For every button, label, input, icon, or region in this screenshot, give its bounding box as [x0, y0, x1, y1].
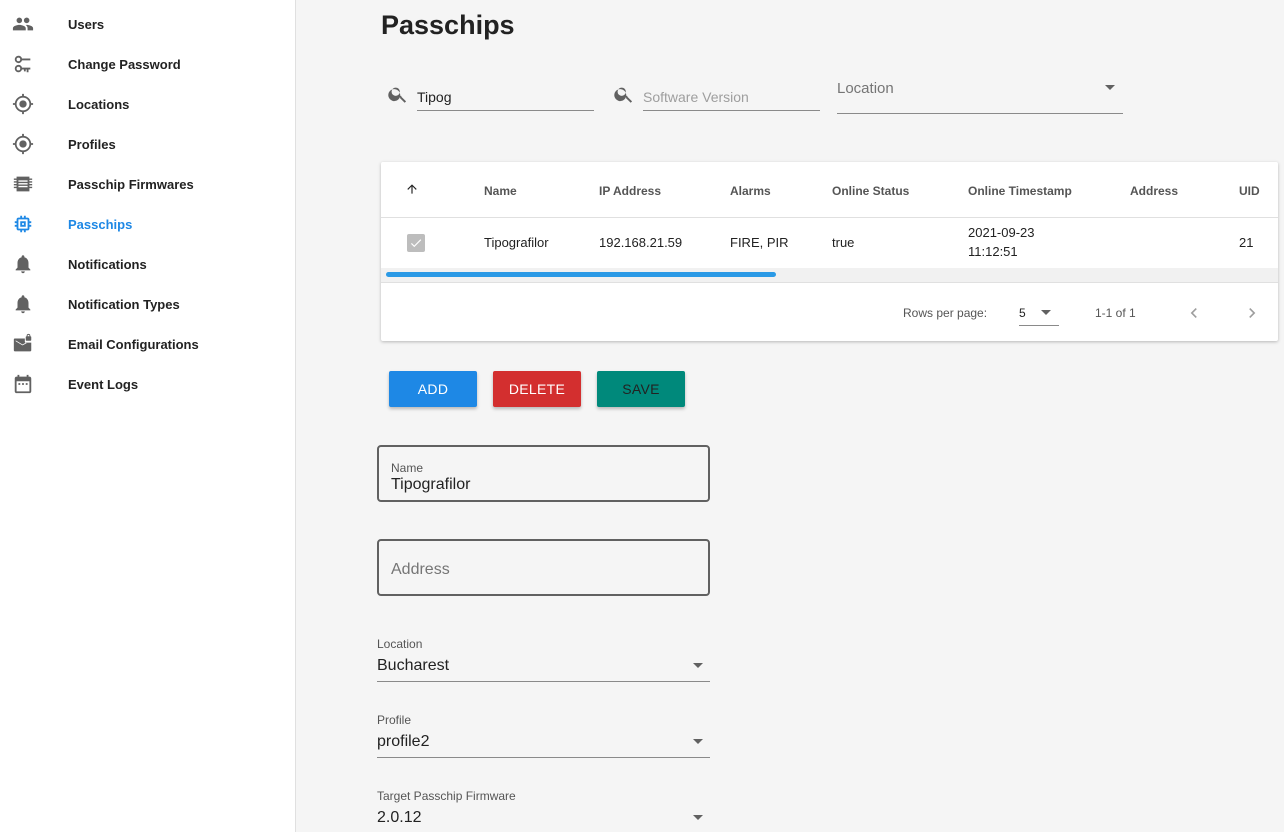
firmware-chip-icon: [12, 173, 34, 195]
sidebar-item-notification-types[interactable]: Notification Types: [0, 284, 295, 324]
column-header-address[interactable]: Address: [1130, 184, 1178, 198]
search-icon: [387, 83, 411, 107]
sidebar-item-label: Notification Types: [68, 296, 180, 312]
location-target-icon: [12, 93, 34, 115]
sidebar-item-profiles[interactable]: Profiles: [0, 124, 295, 164]
column-header-uid[interactable]: UID: [1239, 184, 1260, 198]
check-icon: [410, 239, 422, 248]
target-firmware-select[interactable]: Target Passchip Firmware 2.0.12: [377, 789, 710, 832]
address-field: [377, 539, 710, 596]
email-lock-icon: [12, 333, 34, 355]
next-page-button[interactable]: [1241, 302, 1263, 324]
table-row[interactable]: Tipografilor 192.168.21.59 FIRE, PIR tru…: [381, 218, 1278, 268]
chevron-down-icon: [1105, 85, 1115, 90]
cell-timestamp-date: 2021-09-23: [968, 225, 1035, 240]
chevron-left-icon: [1190, 308, 1197, 318]
sidebar-item-users[interactable]: Users: [0, 4, 295, 44]
search-icon: [613, 83, 637, 107]
name-field-label: Name: [391, 461, 424, 475]
chevron-down-icon: [693, 739, 703, 744]
cell-alarms: FIRE, PIR: [730, 235, 789, 250]
name-field: Name: [377, 445, 710, 502]
sidebar-item-change-password[interactable]: Change Password: [0, 44, 295, 84]
chevron-down-icon: [1041, 310, 1051, 315]
bell-icon: [12, 293, 34, 315]
sidebar: Users Change Password Locations Profiles…: [0, 0, 296, 832]
rows-per-page-value: 5: [1019, 306, 1026, 320]
software-version-search-input[interactable]: [643, 84, 820, 111]
column-header-online-status[interactable]: Online Status: [832, 184, 909, 198]
profile-select[interactable]: Profile profile2: [377, 713, 710, 758]
chevron-down-icon: [693, 815, 703, 820]
key-icon: [12, 53, 34, 75]
sidebar-item-label: Users: [68, 16, 105, 32]
location-target-icon: [12, 133, 34, 155]
sidebar-item-label: Passchips: [68, 216, 133, 232]
location-select-label: Location: [377, 637, 423, 651]
column-header-name[interactable]: Name: [484, 184, 517, 198]
sidebar-item-locations[interactable]: Locations: [0, 84, 295, 124]
bell-icon: [12, 253, 34, 275]
sidebar-item-event-logs[interactable]: Event Logs: [0, 364, 295, 404]
location-filter-select[interactable]: Location: [837, 76, 1123, 114]
column-header-ip-address[interactable]: IP Address: [599, 184, 661, 198]
location-select-value: Bucharest: [377, 657, 450, 674]
sidebar-item-label: Event Logs: [68, 376, 139, 392]
sidebar-item-label: Change Password: [68, 56, 181, 72]
cell-timestamp-time: 11:12:51: [968, 244, 1018, 259]
sidebar-item-label: Profiles: [68, 136, 116, 152]
sidebar-item-notifications[interactable]: Notifications: [0, 244, 295, 284]
sidebar-item-label: Notifications: [68, 256, 147, 272]
sort-ascending-icon[interactable]: [405, 182, 419, 196]
table-header: Name IP Address Alarms Online Status Onl…: [381, 162, 1278, 218]
save-button[interactable]: SAVE: [597, 371, 685, 407]
target-firmware-select-value: 2.0.12: [377, 809, 422, 826]
location-filter-placeholder: Location: [837, 80, 894, 97]
sidebar-item-passchips[interactable]: Passchips: [0, 204, 295, 244]
calendar-icon: [12, 373, 34, 395]
name-input[interactable]: [391, 476, 691, 494]
rows-per-page-label: Rows per page:: [903, 306, 988, 320]
column-header-alarms[interactable]: Alarms: [730, 184, 771, 198]
rows-per-page-select[interactable]: 5: [1019, 298, 1059, 326]
sidebar-item-label: Passchip Firmwares: [68, 176, 194, 192]
cell-online-status: true: [832, 235, 855, 250]
address-input[interactable]: [391, 561, 691, 579]
name-filter: [387, 80, 597, 112]
page-title: Passchips: [381, 10, 515, 40]
location-select[interactable]: Location Bucharest: [377, 637, 710, 682]
chevron-right-icon: [1249, 308, 1256, 318]
memory-chip-icon: [12, 213, 34, 235]
sidebar-item-label: Locations: [68, 96, 130, 112]
delete-button[interactable]: DELETE: [493, 371, 581, 407]
profile-select-value: profile2: [377, 733, 430, 750]
sidebar-item-passchip-firmwares[interactable]: Passchip Firmwares: [0, 164, 295, 204]
sidebar-item-email-configurations[interactable]: Email Configurations: [0, 324, 295, 364]
column-header-online-timestamp[interactable]: Online Timestamp: [968, 184, 1072, 198]
passchips-table: Name IP Address Alarms Online Status Onl…: [381, 162, 1278, 341]
previous-page-button[interactable]: [1183, 302, 1205, 324]
scrollbar-thumb[interactable]: [386, 272, 776, 277]
target-firmware-select-label: Target Passchip Firmware: [377, 789, 516, 803]
users-icon: [12, 13, 34, 35]
cell-uid: 21: [1239, 235, 1254, 250]
name-search-input[interactable]: [417, 84, 594, 111]
profile-select-label: Profile: [377, 713, 412, 727]
row-checkbox[interactable]: [407, 234, 425, 252]
sidebar-item-label: Email Configurations: [68, 336, 199, 352]
software-version-filter: [613, 80, 823, 112]
add-button[interactable]: ADD: [389, 371, 477, 407]
chevron-down-icon: [693, 663, 703, 668]
horizontal-scrollbar[interactable]: [381, 268, 1278, 283]
cell-ip-address: 192.168.21.59: [599, 235, 683, 250]
cell-name: Tipografilor: [484, 235, 549, 250]
pagination-range: 1-1 of 1: [1095, 306, 1136, 320]
